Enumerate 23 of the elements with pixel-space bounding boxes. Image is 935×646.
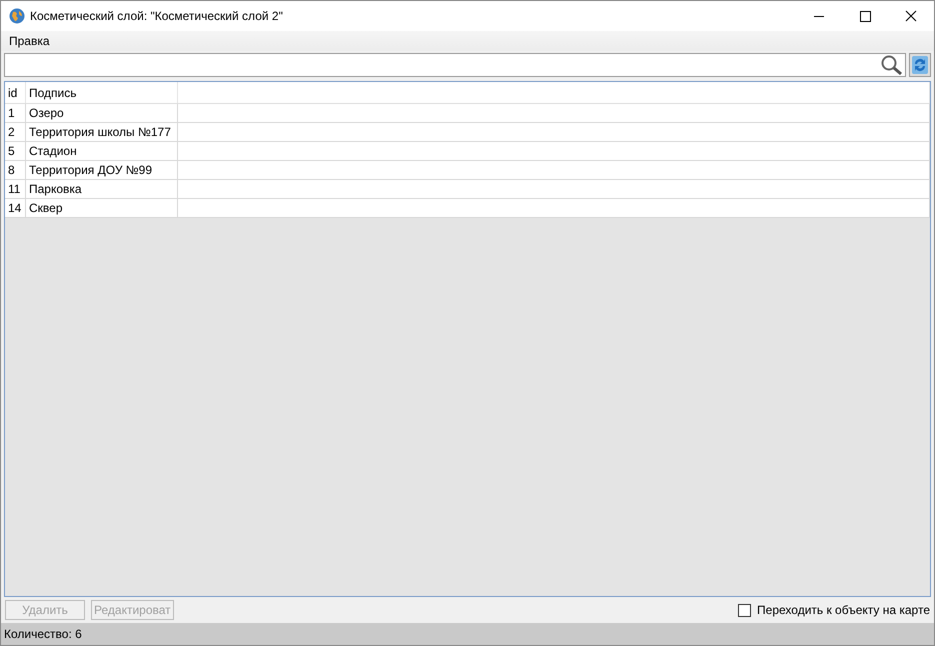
table-cell: 2 [5, 122, 26, 142]
column-header[interactable]: id [5, 82, 26, 104]
column-header[interactable]: Подпись [26, 82, 178, 104]
table-cell: Парковка [26, 180, 178, 198]
table-cell: 8 [5, 160, 26, 180]
goto-checkbox[interactable]: Переходить к объекту на карте [738, 603, 930, 617]
table-cell: 14 [5, 198, 26, 218]
table-cell: 1 [5, 104, 26, 122]
search-icon [881, 55, 903, 75]
status-text: Количество: 6 [1, 623, 934, 645]
table-cell: Стадион [26, 142, 178, 160]
table-cell: Озеро [26, 104, 178, 122]
table-cell: Территория ДОУ №99 [26, 160, 178, 180]
table-cell: 5 [5, 142, 26, 160]
table-cell: Сквер [26, 198, 178, 218]
search-field[interactable] [4, 53, 906, 77]
refresh-icon [912, 56, 928, 74]
globe-icon [9, 8, 25, 24]
window-title: Косметический слой: "Косметический слой 2" [30, 9, 284, 23]
table-cell: Территория школы №177 [26, 122, 178, 142]
refresh-button[interactable] [909, 53, 931, 77]
table-cell: 11 [5, 180, 26, 198]
menu-item[interactable]: Правка [4, 34, 55, 48]
